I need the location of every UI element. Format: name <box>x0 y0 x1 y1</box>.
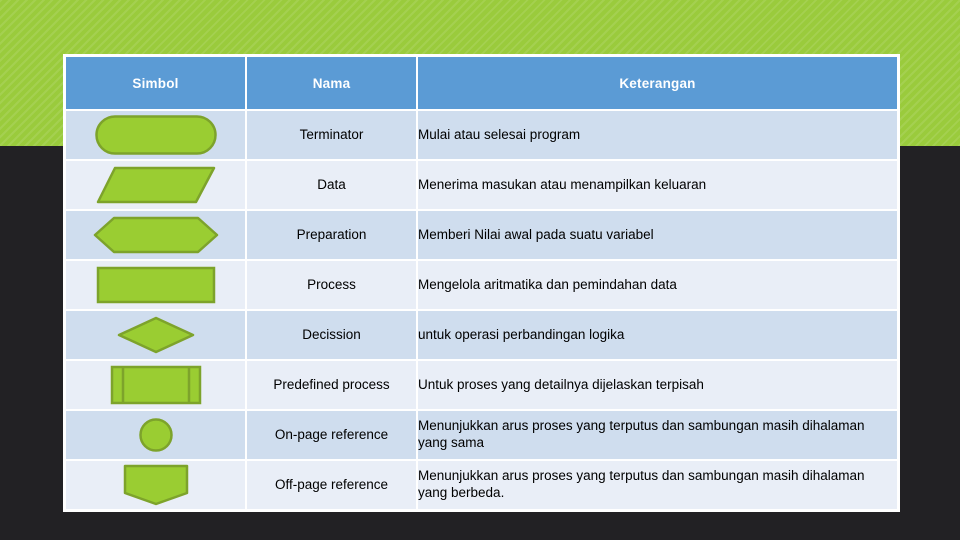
symbol-cell <box>64 359 247 411</box>
symbol-name: Data <box>245 159 418 211</box>
symbol-description: Mengelola aritmatika dan pemindahan data <box>416 259 899 311</box>
column-header-description: Keterangan <box>416 55 899 111</box>
table-row: Preparation Memberi Nilai awal pada suat… <box>64 209 899 261</box>
table-row: Off-page reference Menunjukkan arus pros… <box>64 459 899 511</box>
symbol-name: On-page reference <box>245 409 418 461</box>
symbol-cell <box>64 409 247 461</box>
symbol-name: Terminator <box>245 109 418 161</box>
table-row: On-page reference Menunjukkan arus prose… <box>64 409 899 461</box>
symbol-name: Predefined process <box>245 359 418 411</box>
predefined-process-shape <box>66 361 245 409</box>
process-rectangle-shape <box>66 261 245 309</box>
off-page-reference-pentagon-shape <box>66 461 245 509</box>
symbol-description: untuk operasi perbandingan logika <box>416 309 899 361</box>
column-header-name: Nama <box>245 55 418 111</box>
symbol-cell <box>64 459 247 511</box>
symbol-cell <box>64 159 247 211</box>
symbol-description: Menunjukkan arus proses yang terputus da… <box>416 409 899 461</box>
symbol-description: Menunjukkan arus proses yang terputus da… <box>416 459 899 511</box>
table-header-row: Simbol Nama Keterangan <box>64 55 899 111</box>
flowchart-symbols-table: Simbol Nama Keterangan Terminator Mulai … <box>64 55 899 511</box>
symbol-description: Memberi Nilai awal pada suatu variabel <box>416 209 899 261</box>
symbol-description: Menerima masukan atau menampilkan keluar… <box>416 159 899 211</box>
symbol-name: Off-page reference <box>245 459 418 511</box>
symbol-cell <box>64 109 247 161</box>
table-row: Terminator Mulai atau selesai program <box>64 109 899 161</box>
symbol-cell <box>64 259 247 311</box>
table-row: Decission untuk operasi perbandingan log… <box>64 309 899 361</box>
symbol-description: Untuk proses yang detailnya dijelaskan t… <box>416 359 899 411</box>
preparation-hexagon-shape <box>66 211 245 259</box>
symbol-cell <box>64 209 247 261</box>
table-row: Process Mengelola aritmatika dan peminda… <box>64 259 899 311</box>
on-page-reference-circle-shape <box>66 411 245 459</box>
table-row: Predefined process Untuk proses yang det… <box>64 359 899 411</box>
symbol-cell <box>64 309 247 361</box>
column-header-symbol: Simbol <box>64 55 247 111</box>
symbol-name: Decission <box>245 309 418 361</box>
terminator-shape <box>66 111 245 159</box>
decision-diamond-shape <box>66 311 245 359</box>
data-parallelogram-shape <box>66 161 245 209</box>
symbol-name: Process <box>245 259 418 311</box>
symbol-name: Preparation <box>245 209 418 261</box>
symbol-description: Mulai atau selesai program <box>416 109 899 161</box>
table-row: Data Menerima masukan atau menampilkan k… <box>64 159 899 211</box>
